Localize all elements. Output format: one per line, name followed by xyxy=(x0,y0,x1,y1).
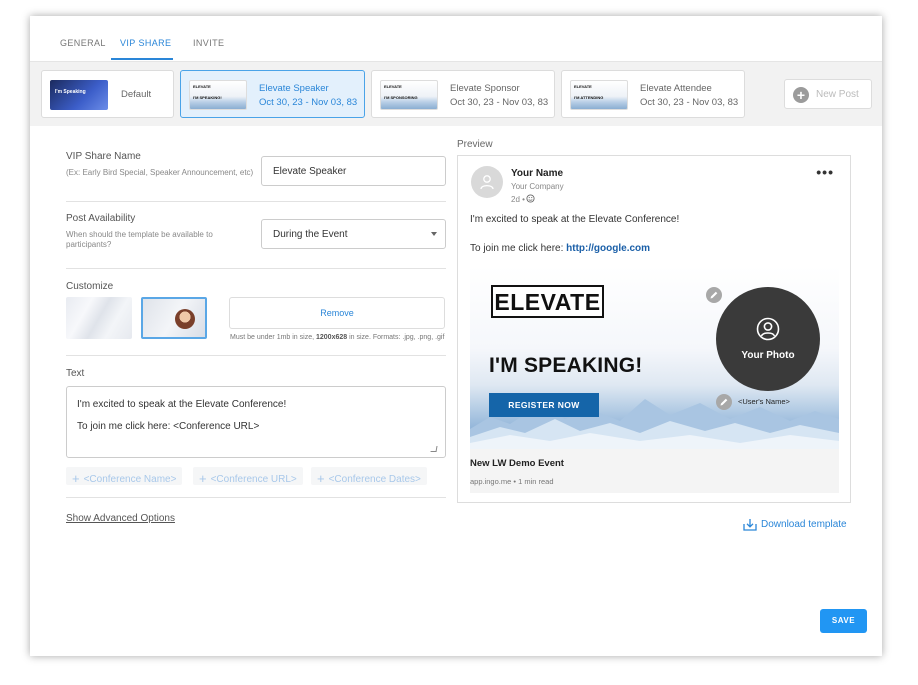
thumbnail-text: I'M ATTENDING xyxy=(574,95,604,100)
download-template-label: Download template xyxy=(761,519,847,530)
post-availability-select[interactable]: During the Event xyxy=(261,219,446,249)
divider xyxy=(66,355,446,356)
pencil-icon[interactable] xyxy=(706,287,722,303)
text-label: Text xyxy=(66,368,85,379)
avatar xyxy=(175,309,195,329)
preview-event-subtitle: app.ingo.me • 1 min read xyxy=(470,477,554,486)
preview-text-line-2: To join me click here: http://google.com xyxy=(470,243,650,254)
vip-share-name-input[interactable]: Elevate Speaker xyxy=(261,156,446,186)
user-icon xyxy=(480,175,494,190)
preview-company: Your Company xyxy=(511,182,564,191)
insert-conference-name-chip[interactable]: + <Conference Name> xyxy=(66,467,183,486)
template-card-elevate-speaker[interactable]: ELEVATE I'M SPEAKING! Elevate Speaker Oc… xyxy=(180,70,365,118)
caret-down-icon xyxy=(431,232,437,236)
template-card-title: Elevate Attendee xyxy=(640,83,712,94)
thumbnail-logo: ELEVATE xyxy=(384,84,402,89)
template-thumbnail: I'm Speaking xyxy=(50,80,108,110)
new-post-label: New Post xyxy=(816,89,859,100)
preview-event-title: New LW Demo Event xyxy=(470,458,564,469)
template-card-date: Oct 30, 23 - Nov 03, 83 xyxy=(450,97,549,108)
background-option-photo[interactable] xyxy=(141,297,207,339)
preview-link-card xyxy=(470,449,839,493)
tab-bar: GENERAL VIP SHARE INVITE xyxy=(30,16,882,62)
preview-time: 2d • xyxy=(511,194,535,204)
your-photo-label: Your Photo xyxy=(741,350,795,361)
template-card-date: Oct 30, 23 - Nov 03, 83 xyxy=(259,97,358,108)
tab-vip-share[interactable]: VIP SHARE xyxy=(120,38,171,48)
register-now-button: REGISTER NOW xyxy=(489,393,599,417)
text-area[interactable]: I'm excited to speak at the Elevate Conf… xyxy=(66,386,446,458)
template-thumbnail: ELEVATE I'M SPEAKING! xyxy=(189,80,247,110)
template-cards: I'm Speaking Default ELEVATE I'M SPEAKIN… xyxy=(30,62,882,126)
post-availability-label: Post Availability xyxy=(66,213,136,224)
plus-icon: + xyxy=(317,471,325,486)
remove-button[interactable]: Remove xyxy=(229,297,445,329)
template-card-elevate-sponsor[interactable]: ELEVATE I'M SPONSORING Elevate Sponsor O… xyxy=(371,70,555,118)
insert-conference-url-chip[interactable]: + <Conference URL> xyxy=(193,467,303,486)
chip-label: <Conference Name> xyxy=(83,474,177,485)
vip-share-name-hint: (Ex: Early Bird Special, Speaker Announc… xyxy=(66,168,254,177)
pencil-icon[interactable] xyxy=(716,394,732,410)
template-card-date: Oct 30, 23 - Nov 03, 83 xyxy=(640,97,739,108)
save-button[interactable]: SAVE xyxy=(820,609,867,633)
template-thumbnail: ELEVATE I'M ATTENDING xyxy=(570,80,628,110)
avatar xyxy=(471,166,503,198)
template-card-title: Elevate Speaker xyxy=(259,83,329,94)
banner-headline: I'M SPEAKING! xyxy=(489,354,643,377)
post-preview: Your Name Your Company 2d • ••• I'm exci… xyxy=(457,155,851,503)
resize-handle-icon[interactable] xyxy=(430,446,438,452)
background-option-waves[interactable] xyxy=(66,297,132,339)
thumbnail-logo: ELEVATE xyxy=(193,84,211,89)
preview-label: Preview xyxy=(457,139,493,150)
chip-label: <Conference Dates> xyxy=(328,474,421,485)
template-card-label: Default xyxy=(121,89,152,100)
user-circle-icon xyxy=(756,317,780,341)
preview-banner-image: ELEVATE I'M SPEAKING! REGISTER NOW Your … xyxy=(470,266,839,449)
vip-share-name-label: VIP Share Name xyxy=(66,151,141,162)
post-availability-value: During the Event xyxy=(273,229,348,240)
upload-hint-size: 1200x628 xyxy=(316,334,348,341)
download-icon xyxy=(743,519,757,531)
template-card-elevate-attendee[interactable]: ELEVATE I'M ATTENDING Elevate Attendee O… xyxy=(561,70,745,118)
divider xyxy=(66,268,446,269)
more-options-icon[interactable]: ••• xyxy=(816,164,834,180)
preview-text-prefix: To join me click here: xyxy=(470,243,567,254)
new-post-button[interactable]: + New Post xyxy=(784,79,872,109)
template-card-title: Elevate Sponsor xyxy=(450,83,520,94)
template-card-default[interactable]: I'm Speaking Default xyxy=(41,70,174,118)
template-thumbnail: ELEVATE I'M SPONSORING xyxy=(380,80,438,110)
banner-user-name: <User's Name> xyxy=(738,397,790,406)
preview-user-name: Your Name xyxy=(511,168,564,179)
your-photo-placeholder[interactable]: Your Photo xyxy=(716,287,820,391)
divider xyxy=(66,497,446,498)
globe-icon xyxy=(526,194,535,203)
plus-icon: + xyxy=(199,471,207,486)
upload-hint-formats: in size. Formats: .jpg, .png, .gif xyxy=(347,334,445,341)
customize-label: Customize xyxy=(66,281,114,292)
plus-icon: + xyxy=(72,471,80,486)
post-availability-hint: When should the template be available to… xyxy=(66,230,213,249)
thumbnail-text: I'M SPONSORING xyxy=(384,95,418,100)
app-window: GENERAL VIP SHARE INVITE I'm Speaking De… xyxy=(30,16,882,656)
show-advanced-options-link[interactable]: Show Advanced Options xyxy=(66,513,175,524)
preview-time-text: 2d • xyxy=(511,195,525,204)
preview-link[interactable]: http://google.com xyxy=(566,243,650,254)
upload-hint-text: Must be under 1mb in size, xyxy=(230,334,316,341)
thumbnail-text: I'm Speaking xyxy=(55,89,86,95)
preview-text-line-1: I'm excited to speak at the Elevate Conf… xyxy=(470,214,680,225)
insert-conference-dates-chip[interactable]: + <Conference Dates> xyxy=(311,467,427,486)
plus-icon: + xyxy=(793,87,809,103)
upload-hint: Must be under 1mb in size, 1200x628 in s… xyxy=(230,334,444,341)
tab-active-underline xyxy=(111,58,173,60)
elevate-logo: ELEVATE xyxy=(491,285,604,318)
thumbnail-logo: ELEVATE xyxy=(574,84,592,89)
thumbnail-text: I'M SPEAKING! xyxy=(193,95,222,100)
text-line-1: I'm excited to speak at the Elevate Conf… xyxy=(77,399,287,410)
divider xyxy=(66,201,446,202)
text-line-2: To join me click here: <Conference URL> xyxy=(77,421,260,432)
tab-invite[interactable]: INVITE xyxy=(193,38,224,48)
tab-general[interactable]: GENERAL xyxy=(60,38,106,48)
chip-label: <Conference URL> xyxy=(210,474,297,485)
